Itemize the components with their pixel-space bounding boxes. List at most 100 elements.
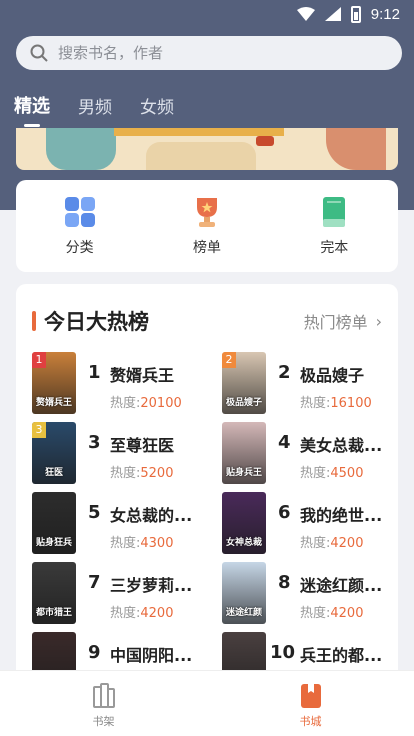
category-item-ranking[interactable]: 榜单	[157, 195, 257, 257]
book-title: 至尊狂医	[110, 436, 175, 455]
heat-value: 16100	[330, 396, 372, 411]
book-info: 兵王的都...	[300, 642, 382, 666]
book-heat: 热度:16100	[300, 392, 372, 411]
bottom-navigation: 书架 书城	[0, 670, 414, 736]
nav-bookstore[interactable]: 书城	[207, 671, 414, 736]
heat-label: 热度:	[110, 536, 141, 551]
status-bar: 9:12	[0, 0, 414, 28]
ranking-title-text: 今日大热榜	[44, 309, 149, 334]
heat-label: 热度:	[300, 536, 331, 551]
book-item[interactable]: 都市猎王 7 三岁萝莉... 热度:4200	[32, 562, 212, 624]
category-item-classify[interactable]: 分类	[30, 195, 130, 257]
heat-label: 热度:	[110, 606, 141, 621]
channel-tabs: 精选 男频 女频	[14, 92, 202, 127]
rank-badge: 3	[32, 422, 46, 438]
ranking-title: 今日大热榜	[32, 306, 149, 336]
tab-female[interactable]: 女频	[140, 93, 174, 118]
nav-bookshelf[interactable]: 书架	[0, 671, 207, 736]
book-item[interactable]: 贴身兵王 4 美女总裁... 热度:4500	[222, 422, 402, 484]
book-info: 三岁萝莉... 热度:4200	[110, 572, 192, 621]
rank-number: 5	[88, 502, 101, 523]
book-cover[interactable]: 2 极品嫂子	[222, 352, 266, 414]
heat-label: 热度:	[300, 466, 331, 481]
book-cover[interactable]: 贴身狂兵	[32, 492, 76, 554]
book-cover[interactable]: 女神总裁	[222, 492, 266, 554]
book-title: 女总裁的...	[110, 506, 193, 525]
tab-male[interactable]: 男频	[78, 93, 112, 118]
book-title: 极品嫂子	[300, 366, 365, 385]
signal-icon	[324, 7, 341, 21]
title-accent-bar	[32, 311, 36, 331]
heat-value: 4500	[330, 466, 364, 481]
book-item[interactable]: 迷途红颜 8 迷途红颜... 热度:4200	[222, 562, 402, 624]
book-title: 美女总裁...	[300, 436, 383, 455]
book-heat: 热度:5200	[110, 462, 174, 481]
rank-badge: 2	[222, 352, 236, 368]
search-bar[interactable]	[16, 36, 402, 70]
book-cover[interactable]: 1 赘婿兵王	[32, 352, 76, 414]
rank-number: 7	[88, 572, 101, 593]
book-info: 美女总裁... 热度:4500	[300, 432, 382, 481]
tab-featured[interactable]: 精选	[14, 92, 50, 127]
book-item[interactable]: 女神总裁 6 我的绝世... 热度:4200	[222, 492, 402, 554]
category-label: 榜单	[192, 240, 221, 256]
category-item-finished[interactable]: 完本	[284, 195, 384, 257]
book-cover[interactable]: 贴身兵王	[222, 422, 266, 484]
rank-number: 4	[278, 432, 291, 453]
book-cover[interactable]: 迷途红颜	[222, 562, 266, 624]
nav-label: 书城	[299, 715, 322, 728]
book-item[interactable]: 贴身狂兵 5 女总裁的... 热度:4300	[32, 492, 212, 554]
bookshelf-icon	[92, 683, 115, 708]
book-item[interactable]: 2 极品嫂子 2 极品嫂子 热度:16100	[222, 352, 402, 414]
grid-icon	[64, 197, 95, 227]
heat-value: 4300	[140, 536, 174, 551]
book-title: 兵王的都...	[300, 646, 383, 665]
hot-list-link[interactable]: 热门榜单 ›	[304, 309, 382, 333]
book-heat: 热度:4200	[300, 532, 382, 551]
trophy-icon	[196, 198, 217, 227]
book-heat: 热度:4200	[110, 602, 192, 621]
book-item[interactable]: 3 狂医 3 至尊狂医热度:5200	[32, 422, 212, 484]
heat-label: 热度:	[300, 606, 331, 621]
cover-title: 赘婿兵王	[35, 398, 72, 408]
heat-label: 热度:	[300, 396, 331, 411]
book-item[interactable]: 1 赘婿兵王 1 赘婿兵王 热度:20100	[32, 352, 212, 414]
heat-value: 4200	[330, 606, 364, 621]
rank-number: 6	[278, 502, 291, 523]
book-cover[interactable]: 都市猎王	[32, 562, 76, 624]
category-shortcuts: 分类 榜单 完本	[16, 180, 398, 272]
book-info: 迷途红颜... 热度:4200	[300, 572, 382, 621]
book-title: 中国阴阳...	[110, 646, 193, 665]
cover-title: 贴身兵王	[225, 468, 262, 478]
ranking-header: 今日大热榜 热门榜单 ›	[32, 306, 382, 336]
book-title: 三岁萝莉...	[110, 576, 193, 595]
book-info: 我的绝世... 热度:4200	[300, 502, 382, 551]
rank-number: 3	[88, 432, 101, 453]
heat-label: 热度:	[110, 466, 141, 481]
heat-value: 4200	[140, 606, 174, 621]
book-title: 赘婿兵王	[110, 366, 175, 385]
book-info: 至尊狂医热度:5200	[110, 432, 174, 481]
hot-list-link-text: 热门榜单	[303, 313, 368, 332]
cover-title: 狂医	[44, 468, 63, 478]
heat-label: 热度:	[110, 396, 141, 411]
promo-banner[interactable]	[16, 128, 398, 170]
book-info: 赘婿兵王热度:20100	[110, 362, 182, 411]
book-heat: 热度:20100	[110, 392, 182, 411]
cover-title: 女神总裁	[225, 538, 262, 548]
category-label: 分类	[65, 240, 94, 256]
book-info: 极品嫂子热度:16100	[300, 362, 372, 411]
book-heat: 热度:4500	[300, 462, 382, 481]
cover-title: 极品嫂子	[225, 398, 262, 408]
cover-title: 都市猎王	[35, 608, 72, 618]
wifi-icon	[296, 7, 315, 21]
status-time: 9:12	[370, 5, 400, 23]
book-cover[interactable]: 3 狂医	[32, 422, 76, 484]
search-input[interactable]	[58, 44, 358, 62]
rank-number: 8	[278, 572, 291, 593]
rank-number: 1	[88, 362, 101, 383]
book-info: 中国阴阳...	[110, 642, 192, 666]
cover-title: 迷途红颜	[225, 608, 262, 618]
rank-number: 9	[88, 642, 101, 663]
category-label: 完本	[320, 240, 349, 256]
